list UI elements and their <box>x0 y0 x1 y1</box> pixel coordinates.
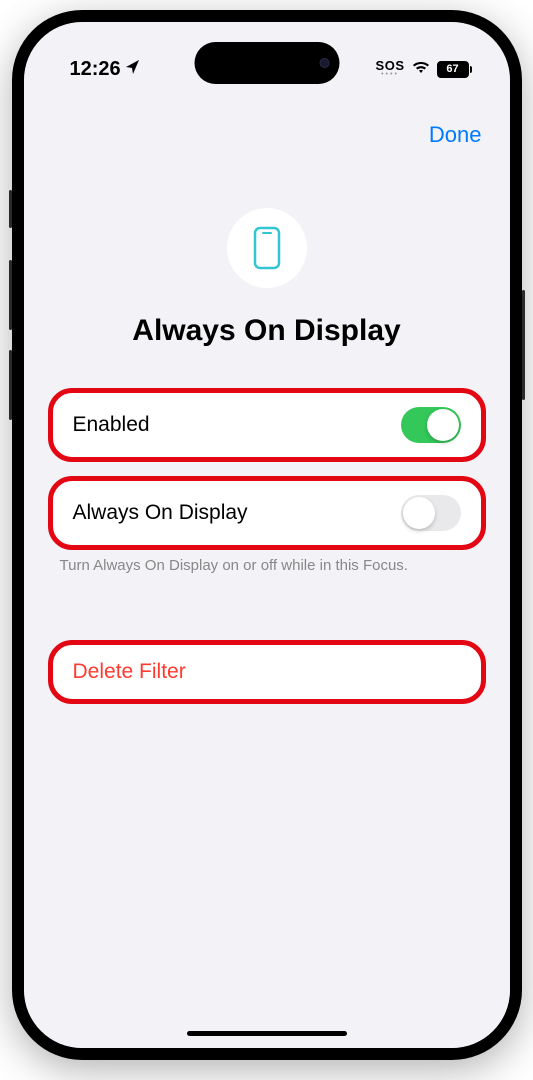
status-right: SOS •••• 67 <box>376 59 472 80</box>
phone-bezel: 12:26 SOS •••• 67 <box>24 22 510 1048</box>
header-section: Always On Display <box>48 158 486 388</box>
battery-icon: 67 <box>437 61 472 78</box>
toggle-knob <box>403 497 435 529</box>
phone-icon <box>253 226 281 270</box>
screen: 12:26 SOS •••• 67 <box>24 22 510 1048</box>
dynamic-island <box>194 42 339 84</box>
always-on-group: Always On Display Turn Always On Display… <box>48 476 486 598</box>
volume-up-button <box>9 260 12 330</box>
toggle-knob <box>427 409 459 441</box>
always-on-display-row[interactable]: Always On Display <box>48 476 486 550</box>
power-button <box>522 290 525 400</box>
delete-group: Delete Filter <box>48 640 486 704</box>
home-indicator[interactable] <box>187 1031 347 1036</box>
side-button <box>9 190 12 228</box>
location-arrow-icon <box>125 59 141 80</box>
enabled-label: Enabled <box>73 413 150 437</box>
delete-filter-label: Delete Filter <box>73 660 186 684</box>
content-area: Always On Display Enabled Always On Disp… <box>24 158 510 704</box>
always-on-toggle[interactable] <box>401 495 461 531</box>
enabled-toggle[interactable] <box>401 407 461 443</box>
volume-down-button <box>9 350 12 420</box>
feature-icon-container <box>227 208 307 288</box>
wifi-icon <box>411 59 431 80</box>
status-left: 12:26 <box>70 58 141 81</box>
enabled-group: Enabled <box>48 388 486 462</box>
done-button[interactable]: Done <box>429 122 482 148</box>
sos-indicator: SOS •••• <box>376 60 405 78</box>
status-time: 12:26 <box>70 58 121 81</box>
nav-bar: Done <box>24 92 510 158</box>
delete-filter-button[interactable]: Delete Filter <box>48 640 486 704</box>
camera-dot <box>319 58 329 68</box>
page-title: Always On Display <box>48 314 486 348</box>
always-on-footer: Turn Always On Display on or off while i… <box>48 550 486 598</box>
always-on-label: Always On Display <box>73 501 248 525</box>
phone-device-frame: 12:26 SOS •••• 67 <box>12 10 522 1060</box>
enabled-row[interactable]: Enabled <box>48 388 486 462</box>
